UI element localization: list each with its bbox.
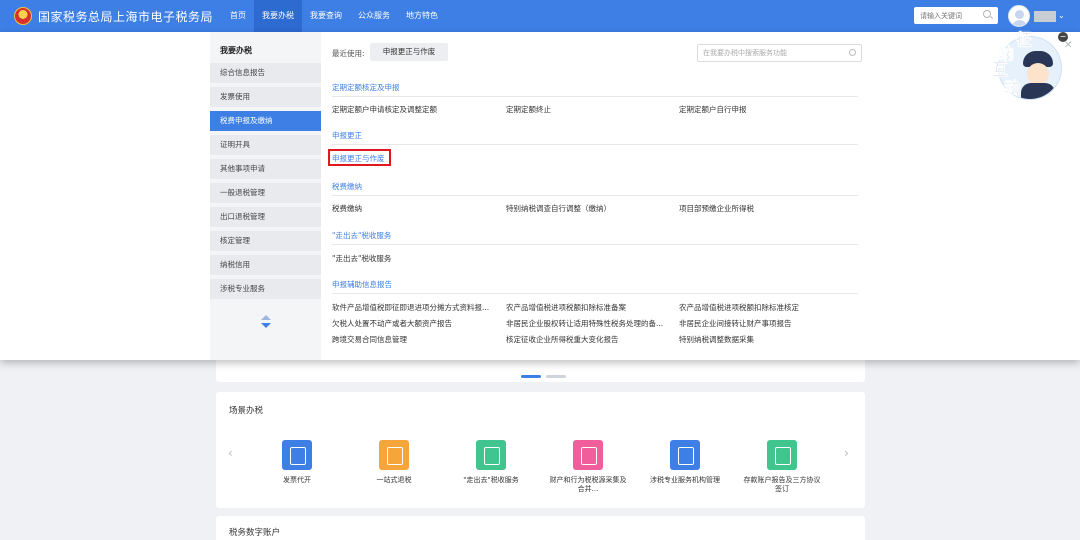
- service-link[interactable]: 非居民企业股权转让适用特殊性税务处理的备...: [506, 318, 663, 329]
- tax-emblem-icon: [14, 7, 32, 25]
- service-link[interactable]: 税费缴纳: [332, 203, 362, 214]
- scene-item-icon[interactable]: [476, 440, 506, 470]
- sidebar-item[interactable]: 综合信息报告: [210, 63, 321, 83]
- scene-item-label[interactable]: "走出去"税收服务: [452, 476, 530, 485]
- sidebar-item[interactable]: 核定管理: [210, 231, 321, 251]
- scene-card: 场景办税 ‹ › 发票代开 一站式退税 "走出去"税收服务 财产和行为税税源采集及合并…: [216, 392, 865, 508]
- sidebar-item[interactable]: 其他事项申请: [210, 159, 321, 179]
- highlight-annotation: [328, 149, 391, 166]
- sidebar-item[interactable]: 证明开具: [210, 135, 321, 155]
- scene-item-label[interactable]: 财产和行为税税源采集及合并...: [549, 476, 627, 494]
- digital-account-title: 税务数字账户: [229, 528, 281, 538]
- sidebar-item[interactable]: 一般退税管理: [210, 183, 321, 203]
- service-link[interactable]: 农产品增值税进项税额扣除标准核定: [679, 302, 799, 313]
- nav-local-features[interactable]: 地方特色: [398, 0, 446, 32]
- scene-item-icon[interactable]: [670, 440, 700, 470]
- menu-content: 最近使用: 申报更正与作废 在我要办税中搜索服务功能 定期定额核定及申报定期定额…: [328, 32, 862, 360]
- mascot-face: [1027, 63, 1049, 85]
- scene-item-label[interactable]: 存款账户报告及三方协议签订: [743, 476, 821, 494]
- service-link[interactable]: 农产品增值税进项税额扣除标准备案: [506, 302, 626, 313]
- sidebar-item[interactable]: 税费申报及缴纳: [210, 111, 321, 131]
- site-title: 国家税务总局上海市电子税务局: [38, 9, 214, 24]
- sidebar-item[interactable]: 纳税信用: [210, 255, 321, 275]
- menu-sidebar: 我要办税 综合信息报告 发票使用税费申报及缴纳 证明开具其他事项申请 一般退税管理 出口…: [210, 32, 321, 360]
- nav-query[interactable]: 我要查询: [302, 0, 350, 32]
- section-title: 税费缴纳: [332, 182, 362, 191]
- recent-label: 最近使用:: [332, 49, 365, 58]
- scroll-down-icon[interactable]: [261, 323, 271, 328]
- scene-item-label[interactable]: 涉税专业服务机构管理: [646, 476, 724, 485]
- service-link[interactable]: "走出去"税收服务: [332, 253, 391, 264]
- section-divider: [332, 244, 858, 245]
- scene-title: 场景办税: [229, 406, 264, 416]
- scene-item-icon[interactable]: [767, 440, 797, 470]
- sidebar-item[interactable]: 出口退税管理: [210, 207, 321, 227]
- service-link[interactable]: 定期定额终止: [506, 104, 551, 115]
- carousel-dot[interactable]: [546, 375, 566, 378]
- section-title: 定期定额核定及申报: [332, 83, 400, 92]
- scroll-up-icon[interactable]: [261, 315, 271, 320]
- scene-item-icon[interactable]: [282, 440, 312, 470]
- nav-home[interactable]: 首页: [222, 0, 254, 32]
- section-divider: [332, 144, 858, 145]
- scene-prev-icon[interactable]: ‹: [228, 446, 233, 460]
- service-link[interactable]: 软件产品增值税即征即退进项分摊方式资料报...: [332, 302, 489, 313]
- carousel-dot-active[interactable]: [521, 375, 541, 378]
- scene-next-icon[interactable]: ›: [844, 446, 849, 460]
- service-link[interactable]: 项目部预缴企业所得税: [679, 203, 754, 214]
- service-link[interactable]: 特别纳税调查自行调整（缴纳）: [506, 203, 611, 214]
- top-header: 国家税务总局上海市电子税务局 首页 我要办税 我要查询 公众服务 地方特色 ⌄: [0, 0, 1080, 32]
- mascot-char-1: 征: [1016, 30, 1033, 50]
- banner-card: [216, 358, 865, 382]
- section-divider: [332, 195, 858, 196]
- service-link[interactable]: 特别纳税调整数据采集: [679, 334, 754, 345]
- user-name-redacted[interactable]: [1034, 11, 1056, 22]
- service-link[interactable]: 跨境交易合同信息管理: [332, 334, 407, 345]
- service-search-input[interactable]: 在我要办税中搜索服务功能: [697, 44, 862, 62]
- scene-item-icon[interactable]: [573, 440, 603, 470]
- search-icon[interactable]: [983, 10, 991, 18]
- nav-tax-handling[interactable]: 我要办税: [254, 0, 302, 32]
- service-link[interactable]: 定期定额户自行申报: [679, 104, 747, 115]
- main-nav: 首页 我要办税 我要查询 公众服务 地方特色: [222, 0, 446, 32]
- section-title: 申报更正: [332, 131, 362, 140]
- scene-item-icon[interactable]: [379, 440, 409, 470]
- section-title: "走出去"税收服务: [332, 231, 392, 240]
- mega-menu-panel: 我要办税 综合信息报告 发票使用税费申报及缴纳 证明开具其他事项申请 一般退税管理 出口…: [0, 32, 1080, 360]
- mascot-body: [1021, 83, 1055, 99]
- recent-item-chip[interactable]: 申报更正与作废: [370, 43, 448, 61]
- mascot-widget[interactable]: 征 纳 互 动 −: [988, 30, 1068, 104]
- search-icon[interactable]: [849, 49, 856, 56]
- digital-account-card: 税务数字账户: [216, 516, 865, 540]
- section-title: 申报辅助信息报告: [332, 280, 392, 289]
- service-link[interactable]: 核定征收企业所得税重大变化报告: [506, 334, 619, 345]
- section-divider: [332, 293, 858, 294]
- mascot-char-4: 动: [1004, 78, 1021, 98]
- site-logo[interactable]: 国家税务总局上海市电子税务局: [14, 7, 213, 25]
- section-divider: [332, 96, 858, 97]
- sidebar-item[interactable]: 发票使用: [210, 87, 321, 107]
- scene-item-label[interactable]: 一站式退税: [355, 476, 433, 485]
- chevron-down-icon[interactable]: ⌄: [1058, 11, 1065, 20]
- nav-public-service[interactable]: 公众服务: [350, 0, 398, 32]
- sidebar-title: 我要办税: [220, 46, 252, 55]
- service-link[interactable]: 欠税人处置不动产或者大额资产报告: [332, 318, 452, 329]
- service-link[interactable]: 定期定额户申请核定及调整定额: [332, 104, 437, 115]
- scene-item-label[interactable]: 发票代开: [258, 476, 336, 485]
- sidebar-item[interactable]: 涉税专业服务: [210, 279, 321, 299]
- service-link[interactable]: 非居民企业间接转让财产事项报告: [679, 318, 792, 329]
- avatar[interactable]: [1008, 5, 1030, 27]
- minimize-icon[interactable]: −: [1058, 32, 1068, 42]
